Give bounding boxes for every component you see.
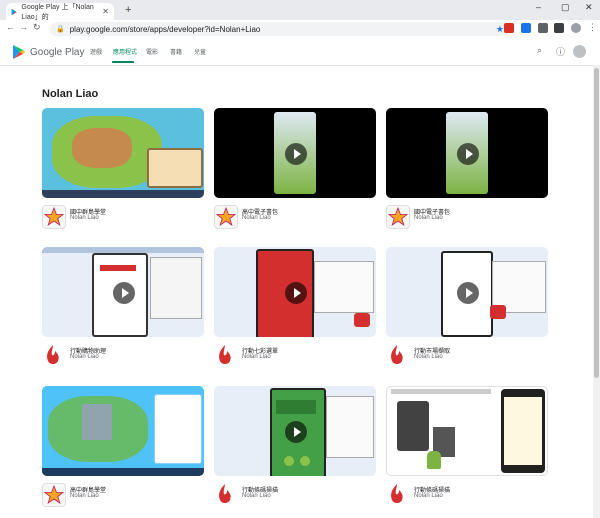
nav-kids[interactable]: 兒童	[194, 47, 206, 56]
star-app-icon	[386, 205, 410, 229]
tab-strip: Google Play 上「Nolan Liao」的 ✕ + – ▢ ✕	[0, 0, 600, 21]
app-card[interactable]: 高中電子書包 Nolan Liao	[214, 108, 376, 229]
url-text: play.google.com/store/apps/developer?id=…	[69, 24, 261, 34]
play-video-icon[interactable]	[457, 143, 479, 165]
nav-apps[interactable]: 應用程式	[113, 47, 137, 56]
play-video-icon[interactable]	[113, 282, 135, 304]
app-card[interactable]: 行動七彩選單 Nolan Liao	[214, 247, 376, 366]
play-video-icon[interactable]	[457, 282, 479, 304]
bookmark-star-icon[interactable]: ★	[496, 24, 504, 35]
app-developer: Nolan Liao	[242, 354, 271, 360]
app-video-thumbnail[interactable]	[386, 247, 548, 337]
close-window-button[interactable]: ✕	[585, 2, 593, 13]
active-tab-indicator	[112, 61, 134, 63]
flame-app-icon	[214, 344, 236, 366]
app-screenshot[interactable]	[386, 386, 548, 476]
app-video-thumbnail[interactable]	[42, 247, 204, 337]
star-app-icon	[214, 205, 238, 229]
flame-app-icon	[386, 483, 408, 505]
back-icon[interactable]: ←	[6, 22, 15, 32]
forward-icon[interactable]: →	[19, 22, 28, 32]
app-developer: Nolan Liao	[70, 215, 99, 221]
reload-icon[interactable]: ↻	[33, 22, 41, 33]
search-icon[interactable]: ⌕	[537, 45, 542, 56]
flame-app-icon	[386, 344, 408, 366]
app-card[interactable]: 行動市場擷取 Nolan Liao	[386, 247, 548, 366]
play-video-icon[interactable]	[285, 143, 307, 165]
lock-icon: 🔒	[56, 26, 65, 33]
app-video-thumbnail[interactable]	[214, 108, 376, 198]
logo-text: Google Play	[30, 46, 85, 58]
google-play-favicon-icon	[11, 8, 17, 15]
nav-movies[interactable]: 電影	[146, 47, 158, 56]
app-video-thumbnail[interactable]	[214, 386, 376, 476]
tab-title: Google Play 上「Nolan Liao」的	[21, 3, 94, 21]
app-video-thumbnail[interactable]	[386, 108, 548, 198]
profile-icon[interactable]	[571, 23, 581, 33]
side-panel-icon[interactable]	[554, 23, 564, 33]
app-card[interactable]: 國中群島學堂 Nolan Liao	[42, 108, 204, 229]
account-avatar[interactable]	[573, 45, 586, 58]
extension-icon[interactable]	[504, 23, 514, 33]
help-icon[interactable]: ⓘ	[556, 45, 565, 58]
app-developer: Nolan Liao	[414, 215, 443, 221]
close-tab-icon[interactable]: ✕	[102, 7, 109, 16]
flame-app-icon	[214, 483, 236, 505]
star-app-icon	[42, 483, 66, 507]
star-app-icon	[42, 205, 66, 229]
menu-icon[interactable]: ⋮	[588, 22, 597, 33]
app-developer: Nolan Liao	[70, 493, 99, 499]
new-tab-button[interactable]: +	[125, 4, 131, 16]
app-card[interactable]: 行動購物助理 Nolan Liao	[42, 247, 204, 366]
nav-books[interactable]: 書籍	[170, 47, 182, 56]
translate-icon[interactable]	[521, 23, 531, 33]
maximize-button[interactable]: ▢	[561, 2, 570, 13]
app-developer: Nolan Liao	[70, 354, 99, 360]
browser-tab[interactable]: Google Play 上「Nolan Liao」的 ✕	[6, 3, 114, 21]
app-card[interactable]: 行動條碼掃描 Nolan Liao	[386, 386, 548, 505]
nav-games[interactable]: 遊戲	[90, 47, 102, 56]
app-screenshot[interactable]	[42, 386, 204, 476]
flame-app-icon	[42, 344, 64, 366]
app-video-thumbnail[interactable]	[214, 247, 376, 337]
app-card[interactable]: 行動條碼掃描 Nolan Liao	[214, 386, 376, 505]
app-card[interactable]: 國中電子書包 Nolan Liao	[386, 108, 548, 229]
app-developer: Nolan Liao	[414, 493, 443, 499]
play-logo-icon	[13, 45, 25, 59]
app-screenshot[interactable]	[42, 108, 204, 198]
google-play-logo[interactable]: Google Play	[12, 45, 84, 59]
scrollbar-thumb[interactable]	[594, 68, 599, 378]
developer-name: Nolan Liao	[42, 88, 99, 100]
minimize-button[interactable]: –	[536, 2, 541, 12]
address-bar[interactable]: 🔒 play.google.com/store/apps/developer?i…	[50, 22, 510, 36]
app-developer: Nolan Liao	[242, 215, 271, 221]
app-developer: Nolan Liao	[242, 493, 271, 499]
app-developer: Nolan Liao	[414, 354, 443, 360]
play-video-icon[interactable]	[285, 421, 307, 443]
app-card[interactable]: 高中群島學堂 Nolan Liao	[42, 386, 204, 507]
extensions-puzzle-icon[interactable]	[538, 23, 548, 33]
play-video-icon[interactable]	[285, 282, 307, 304]
